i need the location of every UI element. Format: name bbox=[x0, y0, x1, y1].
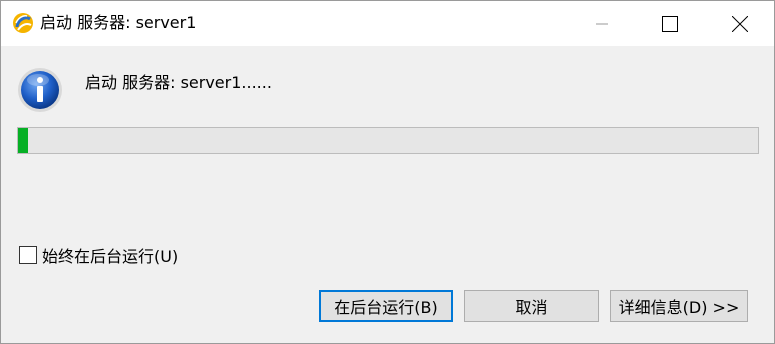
close-button[interactable] bbox=[717, 1, 763, 46]
always-background-checkbox[interactable] bbox=[19, 246, 37, 264]
details-button[interactable]: 详细信息(D) >> bbox=[610, 290, 748, 322]
window-title: 启动 服务器: server1 bbox=[40, 13, 197, 32]
progress-bar bbox=[17, 127, 759, 154]
minimize-icon bbox=[596, 23, 608, 24]
minimize-button[interactable] bbox=[579, 1, 625, 46]
maximize-button[interactable] bbox=[647, 1, 693, 46]
title-bar[interactable]: 启动 服务器: server1 bbox=[1, 1, 774, 46]
run-in-background-button[interactable]: 在后台运行(B) bbox=[319, 290, 453, 322]
always-background-option[interactable]: 始终在后台运行(U) bbox=[19, 243, 178, 267]
dialog-window: 启动 服务器: server1 启动 服务器: server1...... 始终… bbox=[0, 0, 775, 344]
eclipse-app-icon bbox=[13, 13, 33, 33]
status-message: 启动 服务器: server1...... bbox=[85, 73, 272, 92]
info-icon bbox=[18, 68, 62, 112]
progress-fill bbox=[18, 128, 28, 153]
cancel-button[interactable]: 取消 bbox=[464, 290, 599, 322]
always-background-label[interactable]: 始终在后台运行(U) bbox=[42, 243, 178, 267]
close-icon bbox=[732, 15, 748, 32]
maximize-icon bbox=[662, 15, 678, 32]
